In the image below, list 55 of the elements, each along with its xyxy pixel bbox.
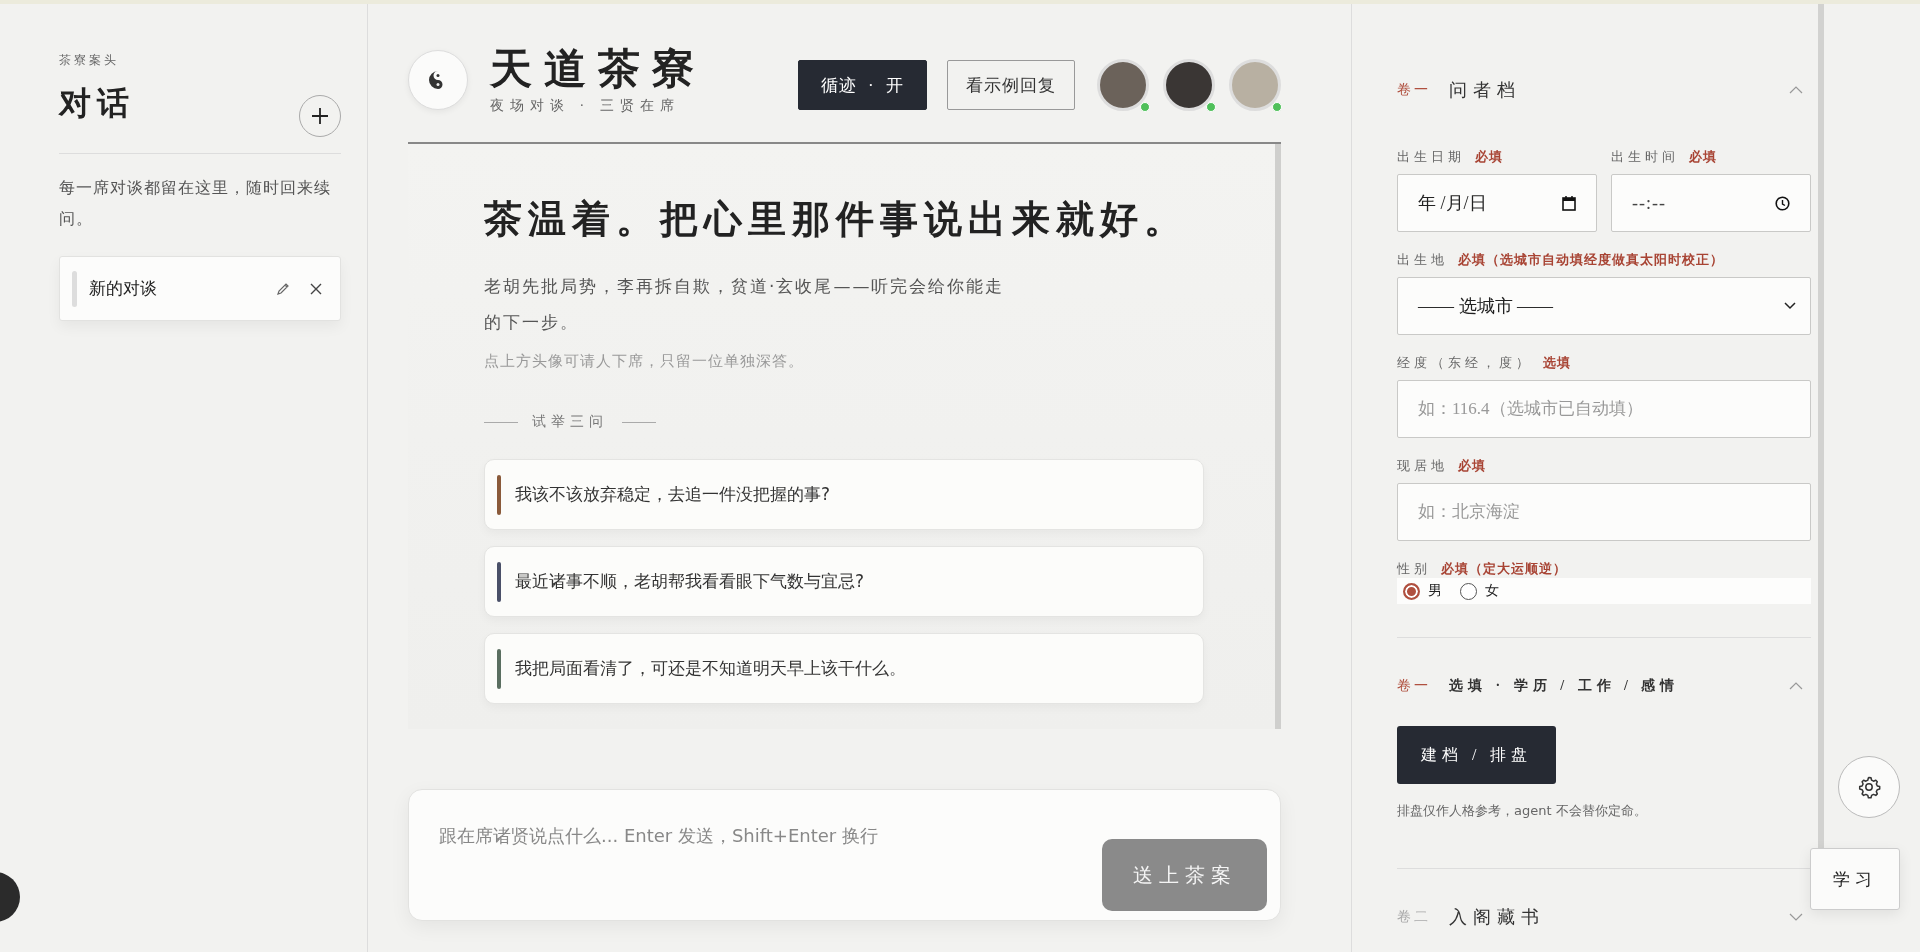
examples-label: 试举三问 [532, 413, 608, 431]
field-hint: 必填（定大运顺逆） [1441, 560, 1567, 578]
radio-button[interactable] [1403, 582, 1420, 600]
conversation-title: 新的对谈 [89, 277, 158, 300]
field-label: 出生时间 [1611, 148, 1679, 166]
chevron-up-icon [1789, 86, 1803, 94]
pencil-icon [276, 281, 290, 296]
text-field[interactable]: 如：116.4（选城市已自动填） [1397, 380, 1811, 438]
radio-label: 男 [1428, 582, 1442, 600]
item-marker [72, 270, 77, 307]
field-label: 出生日期 [1397, 148, 1465, 166]
settings-icon [1857, 775, 1881, 799]
field-hint: 必填 [1475, 148, 1503, 166]
app-title: 天道茶寮 [490, 45, 706, 93]
close-icon [310, 282, 322, 295]
example-reply-button[interactable]: 看示例回复 [947, 60, 1075, 110]
radio-label: 女 [1485, 582, 1499, 600]
trace-toggle-button[interactable]: 循迹 · 开 [797, 60, 927, 110]
welcome-hint: 点上方头像可请人下席，只留一位单独深答。 [484, 352, 805, 371]
sidebar-title: 对话 [59, 84, 135, 123]
chevron-down-icon [1789, 913, 1803, 921]
calendar-icon [1562, 195, 1576, 211]
chevron-up-icon [1789, 682, 1803, 690]
build-chart-button[interactable]: 建档 / 排盘 [1397, 726, 1557, 784]
field-label: 出生地 [1397, 251, 1448, 269]
plus-icon [311, 107, 329, 125]
avatar-placeholder[interactable] [1097, 59, 1149, 111]
field-hint: 选填 [1543, 354, 1571, 372]
radio-button[interactable] [1460, 582, 1477, 600]
disclaimer-note: 排盘仅作人格参考，agent 不会替你定命。 [1397, 802, 1648, 820]
field-label: 现居地 [1397, 457, 1448, 475]
chevron-down-icon [1784, 302, 1796, 310]
text-field[interactable]: 如：北京海淀 [1397, 483, 1811, 541]
example-question[interactable]: 我把局面看清了，可还是不知道明天早上该干什么。 [484, 633, 1204, 704]
date-field[interactable]: 年 /月/日 [1397, 174, 1597, 232]
field-label: 性别 [1397, 560, 1431, 578]
example-question[interactable]: 我该不该放弃稳定，去追一件没把握的事? [484, 459, 1204, 530]
new-conversation-button[interactable] [299, 95, 341, 137]
field-hint: 必填 [1458, 457, 1486, 475]
avatar-placeholder[interactable] [1163, 59, 1215, 111]
welcome-intro: 老胡先批局势，李再拆自欺，贫道·玄收尾——听完会给你能走的下一步。 [484, 275, 1006, 334]
time-field[interactable]: --:-- [1611, 174, 1811, 232]
field-hint: 必填 [1689, 148, 1717, 166]
sidebar-eyebrow: 茶寮案头 [59, 52, 120, 69]
sidebar-description: 每一席对谈都留在这里，随时回来续问。 [59, 178, 332, 229]
field-hint: 必填（选城市自动填经度做真太阳时校正） [1458, 251, 1724, 269]
section-header[interactable]: 卷一 问者档 [1397, 42, 1811, 138]
study-button[interactable]: 学习 [1810, 848, 1900, 910]
clock-icon [1775, 195, 1790, 211]
field-label: 经度（东经，度） [1397, 354, 1533, 372]
conversation-item[interactable]: 新的对谈 [59, 256, 341, 321]
example-question[interactable]: 最近诸事不顺，老胡帮我看看眼下气数与宜忌? [484, 546, 1204, 617]
welcome-heading: 茶温着。把心里那件事说出来就好。 [484, 197, 1189, 242]
city-select[interactable]: —— 选城市 —— [1397, 277, 1811, 335]
app-subtitle: 夜场对谈 · 三贤在席 [490, 97, 681, 115]
